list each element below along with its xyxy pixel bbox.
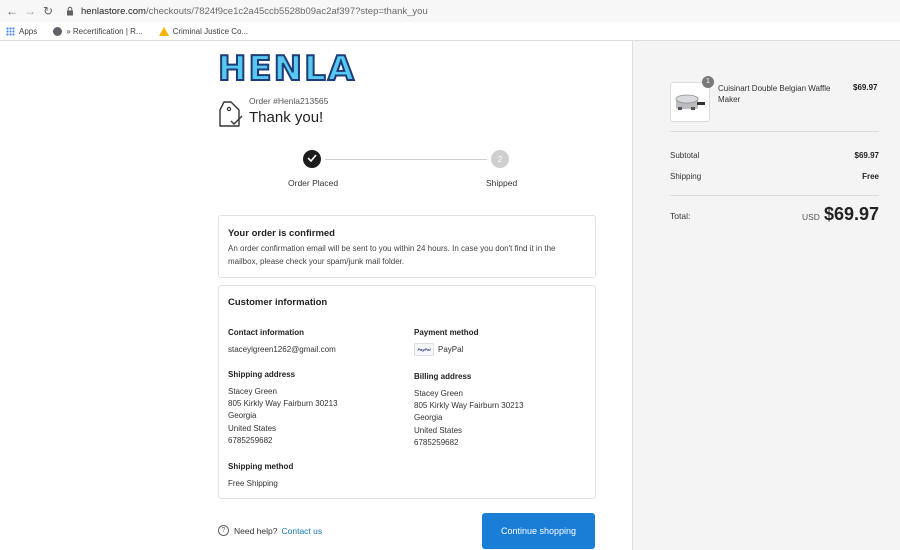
billing-country: United States (414, 425, 463, 435)
customer-info-title: Customer information (228, 297, 328, 308)
contact-us-link[interactable]: Contact us (281, 526, 322, 536)
contact-info-heading: Contact information (228, 328, 304, 337)
bookmark-apps[interactable]: Apps (6, 26, 37, 36)
shipping-method: Free Shipping (228, 479, 278, 488)
shipping-value: Free (862, 172, 879, 181)
quantity-badge: 1 (702, 76, 714, 88)
shipping-label: Shipping (670, 172, 702, 181)
shipping-street: 805 Kirkly Way Fairburn 30213 (228, 399, 338, 409)
reload-icon[interactable]: ↻ (39, 4, 57, 18)
product-thumbnail (670, 82, 710, 122)
confirmed-title: Your order is confirmed (228, 228, 335, 239)
order-summary: 1 Cuisinart Double Belgian Waffle Maker … (632, 41, 900, 550)
step-shipped-dot: 2 (491, 150, 509, 168)
tag-check-icon (218, 99, 244, 129)
payment-method: PayPal PayPal (414, 343, 463, 356)
subtotal-label: Subtotal (670, 151, 700, 160)
shipping-phone: 6785259682 (228, 435, 273, 445)
confirmed-message: An order confirmation email will be sent… (228, 244, 556, 266)
checkout-main: HENLA Order #Henla213565 Thank you! 2 Or… (0, 41, 632, 550)
lock-icon (65, 6, 75, 16)
payment-method-value: PayPal (438, 345, 464, 354)
billing-phone: 6785259682 (414, 437, 459, 447)
waffle-maker-image (675, 94, 705, 110)
step-order-placed-label: Order Placed (288, 178, 339, 188)
shipping-name: Stacey Green (228, 387, 277, 396)
order-progress: 2 Order Placed Shipped (218, 149, 596, 189)
billing-address-heading: Billing address (414, 372, 472, 381)
globe-icon (53, 26, 63, 36)
billing-street: 805 Kirkly Way Fairburn 30213 (414, 401, 524, 411)
warning-icon (158, 26, 169, 36)
help-text: Need help? (234, 525, 278, 536)
order-confirmed-box: Your order is confirmed An order confirm… (218, 215, 596, 278)
total-amount: $69.97 (823, 204, 879, 224)
contact-email: staceylgreen1262@gmail.com (228, 345, 336, 354)
total: USD $69.97 (802, 204, 879, 225)
payment-method-heading: Payment method (414, 328, 479, 337)
total-label: Total: (670, 211, 691, 221)
billing-state: Georgia (414, 413, 443, 423)
billing-address: Stacey Green 805 Kirkly Way Fairburn 302… (414, 388, 524, 449)
step-order-placed-dot (303, 150, 321, 168)
help-circle-icon: ? (218, 525, 229, 536)
bookmark-recertification[interactable]: » Recertification | R... (53, 26, 143, 36)
progress-line (325, 159, 487, 160)
shipping-state: Georgia (228, 411, 257, 421)
step-shipped-label: Shipped (486, 178, 518, 188)
continue-shopping-button[interactable]: Continue shopping (482, 513, 595, 549)
url-path: /checkouts/7824f9ce1c2a45ccb5528b09ac2af… (145, 5, 428, 17)
thank-you-heading: Thank you! (249, 109, 324, 126)
forward-arrow-icon[interactable]: → (21, 4, 39, 18)
apps-grid-icon (6, 26, 15, 36)
subtotal-value: $69.97 (854, 151, 879, 160)
billing-name: Stacey Green (414, 389, 463, 398)
summary-divider (670, 131, 879, 132)
shipping-address-heading: Shipping address (228, 370, 296, 379)
bookmark-criminal-justice[interactable]: Criminal Justice Co... (158, 26, 248, 36)
product-name: Cuisinart Double Belgian Waffle Maker (718, 84, 831, 104)
bookmarks-bar: Apps » Recertification | R... Criminal J… (0, 22, 900, 41)
address-bar[interactable]: henlastore.com/checkouts/7824f9ce1c2a45c… (65, 2, 896, 20)
checkmark-icon (307, 154, 317, 164)
back-arrow-icon[interactable]: ← (3, 4, 21, 18)
shipping-address: Stacey Green 805 Kirkly Way Fairburn 302… (228, 386, 338, 447)
help-area: ? Need help? Contact us (218, 525, 322, 536)
customer-information-box: Customer information Contact information… (218, 285, 596, 499)
shipping-method-heading: Shipping method (228, 462, 294, 471)
order-number: Order #Henla213565 (249, 96, 329, 106)
summary-divider (670, 195, 879, 196)
shipping-country: United States (228, 423, 277, 433)
henla-logo[interactable]: HENLA (217, 50, 356, 88)
url-host: henlastore.com (81, 5, 146, 17)
product-price: $69.97 (853, 83, 878, 92)
total-currency: USD (801, 212, 820, 222)
browser-toolbar: ← → ↻ henlastore.com/checkouts/7824f9ce1… (0, 0, 900, 22)
paypal-logo-icon: PayPal (414, 343, 434, 356)
